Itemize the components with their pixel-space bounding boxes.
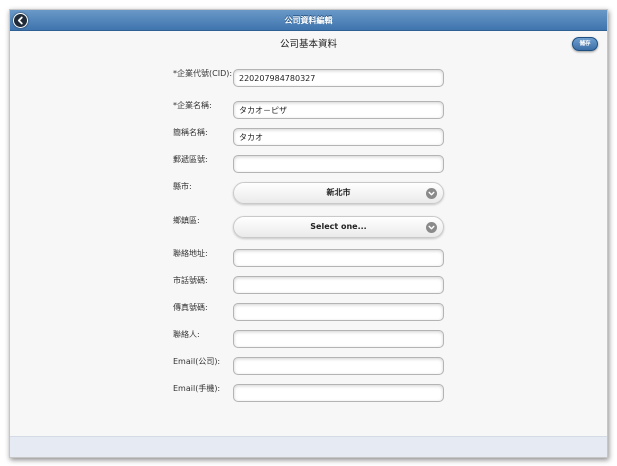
district-select[interactable]: Select one... [233, 216, 444, 238]
address-label: 聯絡地址: [173, 249, 208, 258]
email-company-field[interactable] [233, 357, 444, 375]
short-name-field[interactable] [233, 128, 444, 146]
short-name-label: 簡稱名稱: [173, 128, 208, 137]
fax-field[interactable] [233, 303, 444, 321]
chevron-down-icon [426, 188, 437, 199]
email-mobile-field[interactable] [233, 384, 444, 402]
phone-field[interactable] [233, 276, 444, 294]
header-title: 公司資料編輯 [284, 16, 333, 25]
footer-bar [10, 436, 607, 457]
email-company-label: Email(公司): [173, 357, 221, 366]
address-field[interactable] [233, 249, 444, 267]
page-title: 公司基本資料 [279, 39, 337, 50]
fax-label: 傳真號碼: [173, 303, 208, 312]
company-name-label: *企業名稱: [173, 101, 212, 110]
company-id-field[interactable] [233, 69, 444, 87]
city-label: 縣市: [173, 182, 192, 191]
company-name-field[interactable] [233, 101, 444, 119]
postal-code-field[interactable] [233, 155, 444, 173]
phone-label: 市話號碼: [173, 276, 208, 285]
chevron-down-icon [426, 222, 437, 233]
email-mobile-label: Email(手機): [173, 384, 221, 393]
header-bar: 公司資料編輯 [10, 10, 607, 31]
district-select-value: Select one... [310, 222, 367, 231]
app-window: 公司資料編輯 公司基本資料 儲存 *企業代號(CID): *企業名稱: 簡稱名稱… [9, 9, 608, 458]
contact-person-label: 聯絡人: [173, 330, 200, 339]
district-label: 鄉鎮區: [173, 216, 200, 225]
save-button[interactable]: 儲存 [572, 37, 598, 51]
postal-code-label: 郵遞區號: [173, 155, 208, 164]
company-id-label: *企業代號(CID): [173, 69, 233, 78]
city-select[interactable]: 新北市 [233, 182, 444, 204]
city-select-value: 新北市 [326, 188, 351, 197]
contact-person-field[interactable] [233, 330, 444, 348]
